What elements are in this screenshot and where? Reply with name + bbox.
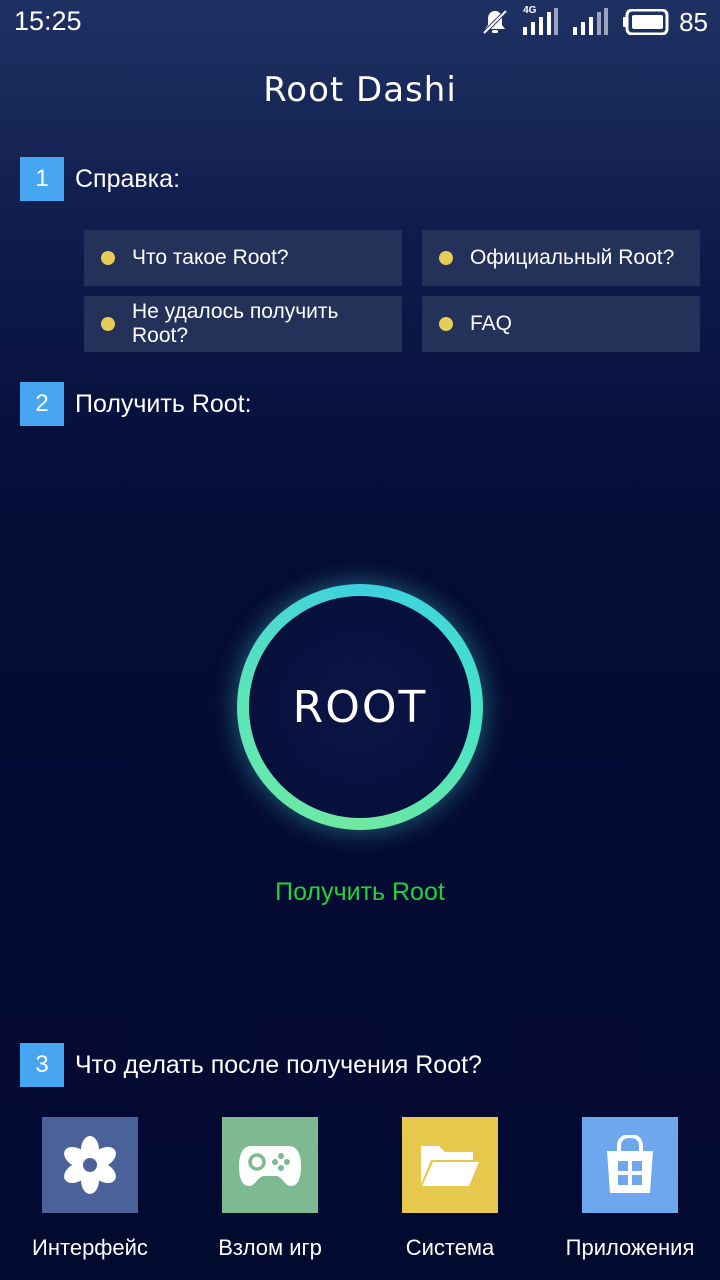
folder-icon (421, 1146, 479, 1186)
signal-icon (573, 8, 609, 35)
battery-icon (623, 9, 669, 35)
section-get-root-title: Получить Root: (75, 389, 252, 418)
status-icons: 4G 85 (481, 5, 708, 38)
app-title: Root Dashi (263, 70, 457, 110)
bullet-icon (439, 251, 453, 265)
help-item-official-root[interactable]: Официальный Root? (422, 230, 700, 286)
tool-label: Приложения (565, 1235, 695, 1260)
section-help-header: 1 Справка: (20, 157, 180, 201)
help-item-root-failed[interactable]: Не удалось получить Root? (84, 296, 402, 352)
help-item-faq[interactable]: FAQ (422, 296, 700, 352)
root-button-inner: ROOT (249, 596, 471, 818)
section-after-root-title: Что делать после получения Root? (75, 1050, 482, 1079)
root-button-label: ROOT (292, 681, 428, 733)
section-help-title: Справка: (75, 164, 181, 193)
tool-label: Взлом игр (218, 1235, 322, 1260)
tool-tile (402, 1117, 498, 1213)
status-bar: 15:25 4G 85 (0, 0, 720, 44)
tool-tile (222, 1117, 318, 1213)
tool-system[interactable]: Система (365, 1117, 535, 1261)
tool-applications[interactable]: Приложения (545, 1117, 715, 1261)
section-get-root-header: 2 Получить Root: (20, 382, 252, 426)
signal-4g-indicator: 4G (523, 5, 559, 37)
tool-tile (42, 1117, 138, 1213)
tool-label: Система (405, 1235, 495, 1260)
gamepad-icon (239, 1146, 301, 1186)
tool-tile (582, 1117, 678, 1213)
battery-level: 85 (679, 6, 708, 37)
signal-icon (523, 8, 559, 35)
tool-interface[interactable]: Интерфейс (5, 1117, 175, 1261)
status-time: 15:25 (14, 6, 82, 36)
help-item-label: FAQ (470, 312, 513, 335)
tool-game-hacking[interactable]: Взлом игр (185, 1117, 355, 1261)
bullet-icon (439, 317, 453, 331)
bullet-icon (101, 251, 115, 265)
flower-icon (64, 1136, 116, 1194)
bullet-icon (101, 317, 115, 331)
section-after-root-header: 3 Что делать после получения Root? (20, 1043, 482, 1087)
help-item-what-is-root[interactable]: Что такое Root? (84, 230, 402, 286)
section-number-badge: 3 (20, 1043, 64, 1087)
root-button[interactable]: ROOT (237, 584, 483, 830)
help-item-label: Не удалось получить Root? (132, 300, 339, 347)
mute-icon (482, 9, 508, 35)
section-number-badge: 1 (20, 157, 64, 201)
help-item-label: Что такое Root? (132, 246, 289, 269)
tool-label: Интерфейс (32, 1235, 148, 1260)
help-item-label: Официальный Root? (470, 246, 675, 269)
get-root-link[interactable]: Получить Root (0, 878, 720, 907)
store-bag-icon (607, 1135, 653, 1193)
section-number-badge: 2 (20, 382, 64, 426)
